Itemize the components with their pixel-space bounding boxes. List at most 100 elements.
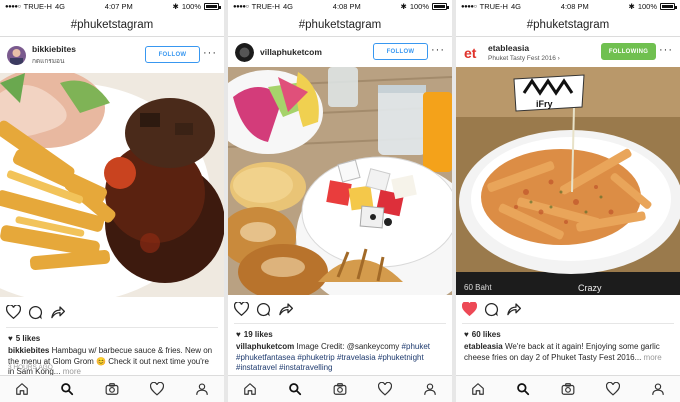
signal-icon: ●●●●○	[233, 3, 249, 10]
post-photo[interactable]: 60 Baht Crazy iFry	[456, 67, 680, 295]
avatar[interactable]: et	[463, 42, 482, 62]
camera-icon[interactable]	[105, 382, 119, 396]
post-caption: etableasia We're back at it again! Enjoy…	[456, 342, 680, 363]
tab-bar	[228, 375, 452, 402]
battery-icon	[204, 3, 221, 10]
more-options-icon[interactable]: ···	[203, 47, 217, 59]
photo-strip-text: 60 Baht	[464, 283, 492, 292]
like-icon[interactable]	[234, 302, 249, 316]
bluetooth-icon: ✱	[172, 2, 179, 11]
page-title: #phuketstagram	[228, 13, 452, 37]
follow-button[interactable]: FOLLOW	[145, 46, 200, 63]
profile-icon[interactable]	[423, 382, 437, 396]
likes-count[interactable]: ♥ 60 likes	[456, 324, 680, 342]
network-label: 4G	[510, 2, 521, 11]
signal-icon: ●●●●○	[461, 3, 477, 10]
battery-percent: 100%	[409, 2, 429, 11]
post-header: bikkiebites กดแกรมอน FOLLOW ···	[0, 37, 224, 73]
camera-icon[interactable]	[333, 382, 347, 396]
clock-label: 4:07 PM	[104, 2, 133, 11]
phone-screen-1: ●●●●○ TRUE-H 4G 4:07 PM ✱ 100% #phuketst…	[0, 0, 224, 402]
action-bar	[228, 295, 452, 323]
like-icon[interactable]	[6, 305, 21, 319]
more-options-icon[interactable]: ···	[659, 44, 673, 56]
follow-button[interactable]: FOLLOW	[373, 43, 428, 60]
more-link[interactable]: more	[644, 353, 662, 362]
action-bar	[0, 297, 224, 327]
battery-icon	[660, 3, 677, 10]
profile-icon[interactable]	[195, 382, 209, 396]
comment-icon[interactable]	[256, 302, 271, 317]
tab-bar	[456, 375, 680, 402]
post-caption: villaphuketcom Image Credit: @sankeycomy…	[228, 342, 452, 374]
likes-count[interactable]: ♥ 19 likes	[228, 324, 452, 342]
camera-icon[interactable]	[561, 382, 575, 396]
three-phone-collage: ●●●●○ TRUE-H 4G 4:07 PM ✱ 100% #phuketst…	[0, 0, 680, 402]
share-icon[interactable]	[50, 305, 65, 319]
page-title: #phuketstagram	[456, 13, 680, 37]
photo-sign-text: iFry	[536, 99, 553, 109]
more-options-icon[interactable]: ···	[431, 44, 445, 56]
caption-username[interactable]: villaphuketcom	[236, 342, 294, 351]
username[interactable]: etableasia	[488, 43, 560, 53]
share-icon[interactable]	[506, 302, 521, 316]
home-icon[interactable]	[15, 382, 29, 396]
signal-icon: ●●●●○	[5, 3, 21, 10]
heart-small-icon: ♥	[236, 330, 241, 339]
status-bar: ●●●●○ TRUE-H 4G 4:07 PM ✱ 100%	[0, 0, 224, 13]
heart-small-icon: ♥	[8, 334, 13, 343]
page-title: #phuketstagram	[0, 13, 224, 37]
username[interactable]: bikkiebites	[32, 44, 76, 54]
post-header: villaphuketcom FOLLOW ···	[228, 37, 452, 67]
battery-percent: 100%	[181, 2, 201, 11]
post-photo[interactable]	[0, 73, 224, 297]
status-bar: ●●●●○ TRUE-H 4G 4:08 PM ✱ 100%	[456, 0, 680, 13]
home-icon[interactable]	[243, 382, 257, 396]
carrier-label: TRUE-H	[23, 2, 52, 11]
liked-heart-icon[interactable]	[462, 302, 477, 316]
search-icon[interactable]	[60, 382, 74, 396]
heart-small-icon: ♥	[464, 330, 469, 339]
carrier-label: TRUE-H	[251, 2, 280, 11]
carrier-label: TRUE-H	[479, 2, 508, 11]
activity-heart-icon[interactable]	[605, 382, 620, 396]
timestamp: 3 HOURS AGO	[8, 364, 53, 371]
phone-screen-2: ●●●●○ TRUE-H 4G 4:08 PM ✱ 100% #phuketst…	[228, 0, 452, 402]
action-bar	[456, 295, 680, 323]
post-photo[interactable]	[228, 67, 452, 295]
profile-icon[interactable]	[651, 382, 665, 396]
caption-username[interactable]: etableasia	[464, 342, 503, 351]
search-icon[interactable]	[516, 382, 530, 396]
activity-heart-icon[interactable]	[149, 382, 164, 396]
username[interactable]: villaphuketcom	[260, 47, 322, 57]
location-label[interactable]: กดแกรมอน	[32, 56, 76, 66]
status-bar: ●●●●○ TRUE-H 4G 4:08 PM ✱ 100%	[228, 0, 452, 13]
avatar[interactable]	[235, 42, 254, 62]
battery-percent: 100%	[637, 2, 657, 11]
bluetooth-icon: ✱	[400, 2, 407, 11]
svg-text:et: et	[464, 45, 477, 61]
network-label: 4G	[282, 2, 293, 11]
post-caption: bikkiebites Hambagu w/ barbecue sauce & …	[0, 346, 224, 378]
location-label[interactable]: Phuket Tasty Fest 2016 ›	[488, 55, 560, 62]
following-button[interactable]: FOLLOWING	[601, 43, 656, 60]
clock-label: 4:08 PM	[332, 2, 361, 11]
activity-heart-icon[interactable]	[377, 382, 392, 396]
home-icon[interactable]	[471, 382, 485, 396]
search-icon[interactable]	[288, 382, 302, 396]
caption-text: Image Credit: @sankeycomy	[296, 342, 400, 351]
likes-count[interactable]: ♥ 5 likes	[0, 328, 224, 346]
comment-icon[interactable]	[484, 302, 499, 317]
caption-username[interactable]: bikkiebites	[8, 346, 49, 355]
network-label: 4G	[54, 2, 65, 11]
tab-bar	[0, 375, 224, 402]
avatar[interactable]	[7, 45, 26, 65]
share-icon[interactable]	[278, 302, 293, 316]
comment-icon[interactable]	[28, 305, 43, 320]
battery-icon	[432, 3, 449, 10]
photo-strip-text: Crazy	[578, 283, 602, 293]
phone-screen-3: ●●●●○ TRUE-H 4G 4:08 PM ✱ 100% #phuketst…	[456, 0, 680, 402]
bluetooth-icon: ✱	[628, 2, 635, 11]
post-header: et etableasia Phuket Tasty Fest 2016 › F…	[456, 37, 680, 67]
clock-label: 4:08 PM	[560, 2, 589, 11]
